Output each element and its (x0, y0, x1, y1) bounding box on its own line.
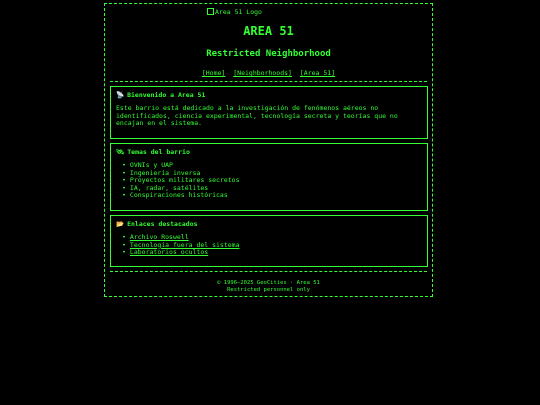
open-folder-icon: 📂 (116, 220, 125, 228)
welcome-text: Este barrio está dedicado a la investiga… (116, 104, 398, 128)
topics-heading: 🛰 Temas del barrio (116, 148, 422, 156)
page-frame: Area 51 Logo AREA 51 Restricted Neighbor… (104, 3, 433, 297)
broken-image-icon (207, 8, 214, 15)
page-title: AREA 51 (243, 24, 294, 38)
links-heading: 📂 Enlaces destacados (116, 220, 422, 228)
welcome-heading: 📡 Bienvenido a Area 51 (116, 91, 422, 99)
nav-link-home[interactable]: [Home] (202, 69, 225, 77)
list-item: Conspiraciones históricas (129, 192, 422, 200)
list-item: Laboratorios ocultos (129, 248, 422, 257)
welcome-box: 📡 Bienvenido a Area 51 Este barrio está d… (110, 86, 428, 139)
top-nav: [Home] [Neighborhoods] [Area 51] (105, 69, 432, 77)
topics-heading-text: Temas del barrio (127, 148, 190, 156)
footer: © 1996–2025 GeoCities · Area 51 Restrict… (105, 280, 432, 293)
satellite-icon: 🛰 (116, 148, 125, 156)
divider (110, 81, 427, 82)
nav-link-neighborhoods[interactable]: [Neighborhoods] (233, 69, 292, 77)
topics-list: OVNIs y UAP Ingeniería inversa Proyectos… (116, 161, 422, 200)
links-box: 📂Enlaces destacados Archivo Roswell Tecn… (110, 215, 428, 267)
nav-link-area51[interactable]: [Area 51] (300, 69, 335, 77)
topics-box: 🛰Temas del barrio OVNIs y UAP Ingeniería… (110, 143, 428, 211)
area51-logo: Area 51 Logo (207, 8, 262, 16)
welcome-heading-text: Bienvenido a Area 51 (127, 91, 206, 99)
page-subtitle: Restricted Neighborhood (206, 49, 331, 59)
link-laboratorios-ocultos[interactable]: Laboratorios ocultos (130, 248, 208, 256)
logo-alt-text: Area 51 Logo (215, 8, 262, 16)
divider (110, 271, 427, 272)
featured-links-list: Archivo Roswell Tecnología fuera del sis… (116, 233, 422, 257)
satellite-dish-icon: 📡 (116, 91, 125, 99)
footer-note: Restricted personnel only (227, 286, 310, 293)
links-heading-text: Enlaces destacados (127, 220, 198, 228)
